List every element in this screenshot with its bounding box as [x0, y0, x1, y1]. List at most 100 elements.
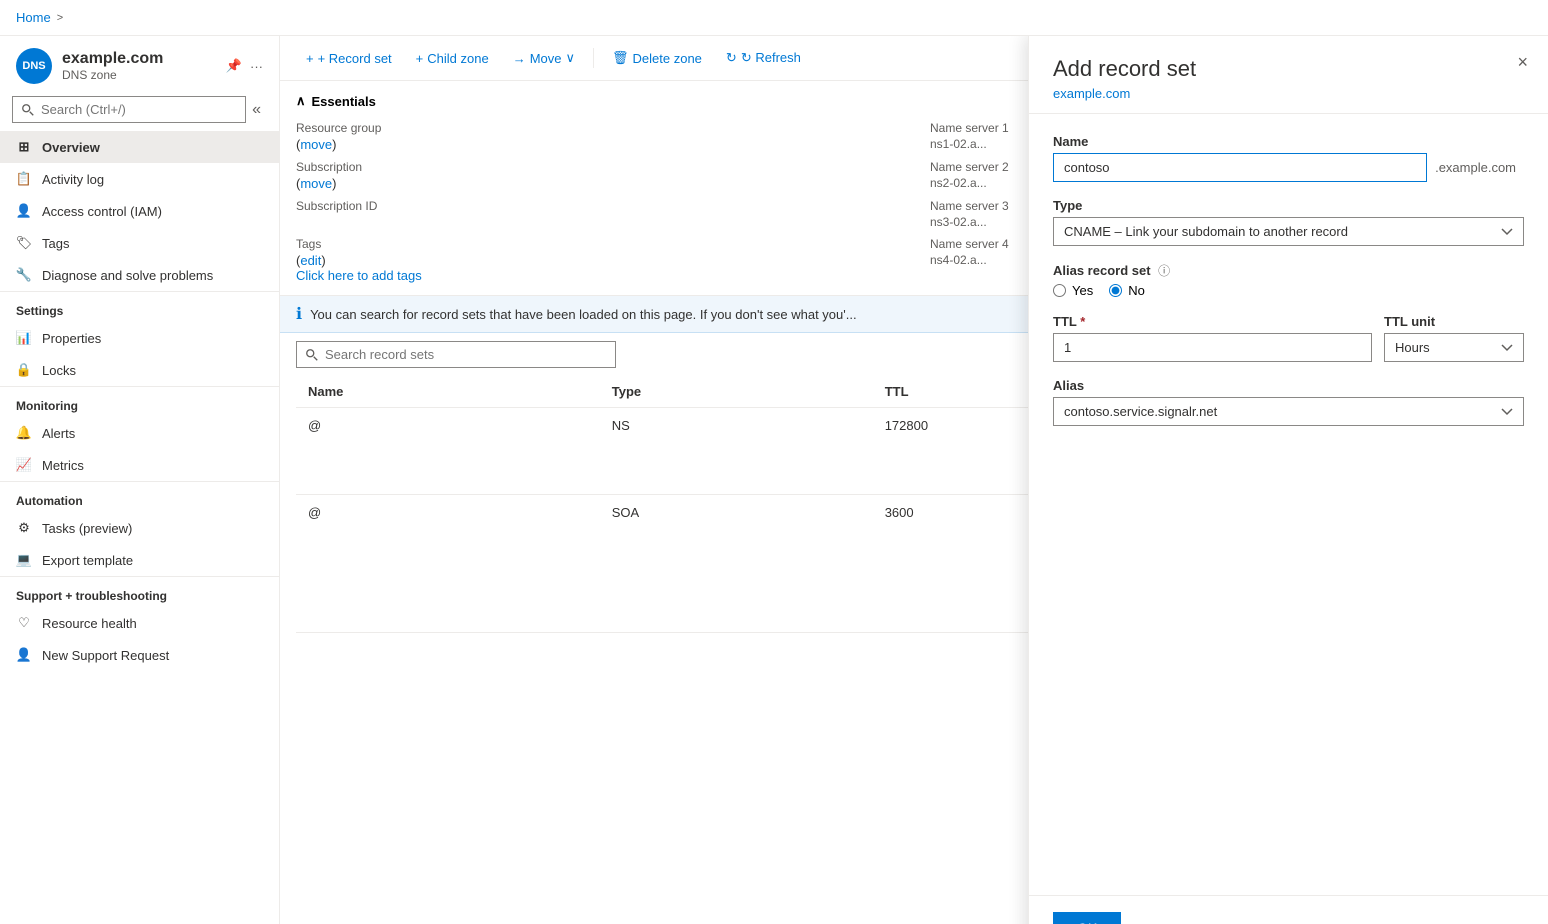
alias-record-set-group: Alias record set ⓘ Yes No	[1053, 262, 1524, 298]
sidebar-item-label: Properties	[42, 331, 101, 346]
ttl-input[interactable]	[1053, 333, 1372, 362]
sidebar-nav: ⊞ Overview 📋 Activity log 👤 Access contr…	[0, 131, 279, 924]
type-field-group: Type A – IPv4 address AAAA – IPv6 addres…	[1053, 198, 1524, 246]
sidebar-item-tasks[interactable]: ⚙ Tasks (preview)	[0, 512, 279, 544]
sidebar-item-new-support[interactable]: 👤 New Support Request	[0, 639, 279, 671]
subscription-value: (move)	[296, 176, 898, 191]
toolbar-separator	[593, 48, 594, 68]
name-input[interactable]	[1053, 153, 1427, 182]
alias-yes-label: Yes	[1072, 283, 1093, 298]
child-zone-button[interactable]: + Child zone	[406, 45, 499, 72]
move-button[interactable]: → Move ∨	[503, 44, 585, 72]
move-icon: →	[513, 51, 526, 66]
access-control-icon: 👤	[16, 203, 32, 219]
alias-yes-radio[interactable]	[1053, 284, 1066, 297]
essentials-label: Essentials	[312, 94, 376, 109]
move-chevron-icon: ∨	[566, 50, 576, 66]
panel-footer: OK	[1029, 895, 1548, 924]
subscription-move-link[interactable]: move	[300, 176, 332, 191]
alias-record-set-label: Alias record set ⓘ	[1053, 262, 1524, 279]
sidebar-item-access-control[interactable]: 👤 Access control (IAM)	[0, 195, 279, 227]
child-zone-label: Child zone	[427, 51, 488, 66]
resource-health-icon: ♡	[16, 615, 32, 631]
col-type: Type	[600, 376, 873, 408]
type-select[interactable]: A – IPv4 address AAAA – IPv6 address CNA…	[1053, 217, 1524, 246]
tags-value: (edit) Click here to add tags	[296, 253, 898, 283]
alias-select[interactable]: contoso.service.signalr.net	[1053, 397, 1524, 426]
type-field-label: Type	[1053, 198, 1524, 213]
move-label: Move	[530, 51, 562, 66]
ttl-unit-select[interactable]: Seconds Minutes Hours Days	[1384, 333, 1524, 362]
sidebar-item-label: Metrics	[42, 458, 84, 473]
resource-group-move-link[interactable]: move	[300, 137, 332, 152]
sidebar-item-alerts[interactable]: 🔔 Alerts	[0, 417, 279, 449]
row-type: SOA	[600, 495, 873, 633]
subscription-label: Subscription	[296, 160, 898, 174]
overview-icon: ⊞	[16, 139, 32, 155]
search-records-input[interactable]	[296, 341, 616, 368]
name-field-label: Name	[1053, 134, 1524, 149]
ttl-group: TTL * TTL unit Seconds Minutes Hours Day…	[1053, 314, 1524, 362]
sidebar-resource-subtitle: DNS zone	[62, 68, 216, 82]
alias-no-option[interactable]: No	[1109, 283, 1145, 298]
more-icon[interactable]: ···	[250, 59, 263, 74]
properties-icon: 📊	[16, 330, 32, 346]
tags-icon: 🏷	[16, 235, 32, 251]
breadcrumb-home[interactable]: Home	[16, 10, 51, 25]
delete-icon: 🗑	[612, 50, 629, 66]
sidebar-item-export-template[interactable]: 💻 Export template	[0, 544, 279, 576]
refresh-button[interactable]: ↻ ↻ Refresh	[716, 44, 811, 72]
essentials-chevron-icon: ∧	[296, 93, 306, 109]
alias-no-radio[interactable]	[1109, 284, 1122, 297]
sidebar-item-properties[interactable]: 📊 Properties	[0, 322, 279, 354]
delete-zone-button[interactable]: 🗑 Delete zone	[602, 44, 712, 72]
breadcrumb-sep: >	[57, 12, 63, 24]
sidebar-collapse-button[interactable]: «	[246, 97, 267, 123]
record-set-button[interactable]: + + Record set	[296, 45, 402, 72]
activity-log-icon: 📋	[16, 171, 32, 187]
support-section-label: Support + troubleshooting	[0, 576, 279, 607]
panel-close-button[interactable]: ×	[1517, 52, 1528, 73]
tags-add-link[interactable]: Click here to add tags	[296, 268, 422, 283]
add-record-set-panel: Add record set example.com × Name .examp…	[1028, 36, 1548, 924]
sidebar-item-tags[interactable]: 🏷 Tags	[0, 227, 279, 259]
sidebar-item-label: New Support Request	[42, 648, 169, 663]
automation-section-label: Automation	[0, 481, 279, 512]
resource-group-label: Resource group	[296, 121, 898, 135]
sidebar-item-resource-health[interactable]: ♡ Resource health	[0, 607, 279, 639]
ok-button[interactable]: OK	[1053, 912, 1121, 924]
name-field-group: Name .example.com	[1053, 134, 1524, 182]
sidebar-search-input[interactable]	[12, 96, 246, 123]
sidebar-item-label: Resource health	[42, 616, 137, 631]
sidebar-item-activity-log[interactable]: 📋 Activity log	[0, 163, 279, 195]
new-support-icon: 👤	[16, 647, 32, 663]
alerts-icon: 🔔	[16, 425, 32, 441]
info-icon: ℹ	[296, 304, 302, 324]
alias-no-label: No	[1128, 283, 1145, 298]
sidebar-item-label: Tags	[42, 236, 69, 251]
refresh-label: ↻ Refresh	[741, 50, 801, 66]
sidebar-item-label: Diagnose and solve problems	[42, 268, 213, 283]
col-name: Name	[296, 376, 600, 408]
panel-title: Add record set	[1053, 56, 1524, 82]
diagnose-icon: 🔧	[16, 267, 32, 283]
sidebar: DNS example.com DNS zone 📌 ··· « ⊞ Overv…	[0, 36, 280, 924]
sidebar-item-metrics[interactable]: 📈 Metrics	[0, 449, 279, 481]
sidebar-item-diagnose[interactable]: 🔧 Diagnose and solve problems	[0, 259, 279, 291]
ttl-unit-label: TTL unit	[1384, 314, 1524, 329]
sidebar-item-overview[interactable]: ⊞ Overview	[0, 131, 279, 163]
name-suffix: .example.com	[1427, 160, 1524, 175]
info-text: You can search for record sets that have…	[310, 307, 857, 322]
tags-edit-link[interactable]: edit	[300, 253, 321, 268]
breadcrumb: Home >	[0, 0, 1548, 36]
monitoring-section-label: Monitoring	[0, 386, 279, 417]
locks-icon: 🔒	[16, 362, 32, 378]
sidebar-item-label: Locks	[42, 363, 76, 378]
add-record-set-icon: +	[306, 51, 314, 66]
resource-group-value: (move)	[296, 137, 898, 152]
alias-yes-option[interactable]: Yes	[1053, 283, 1093, 298]
alias-field-group: Alias contoso.service.signalr.net	[1053, 378, 1524, 426]
pin-icon[interactable]: 📌	[226, 58, 242, 74]
panel-subtitle: example.com	[1053, 86, 1524, 101]
sidebar-item-locks[interactable]: 🔒 Locks	[0, 354, 279, 386]
